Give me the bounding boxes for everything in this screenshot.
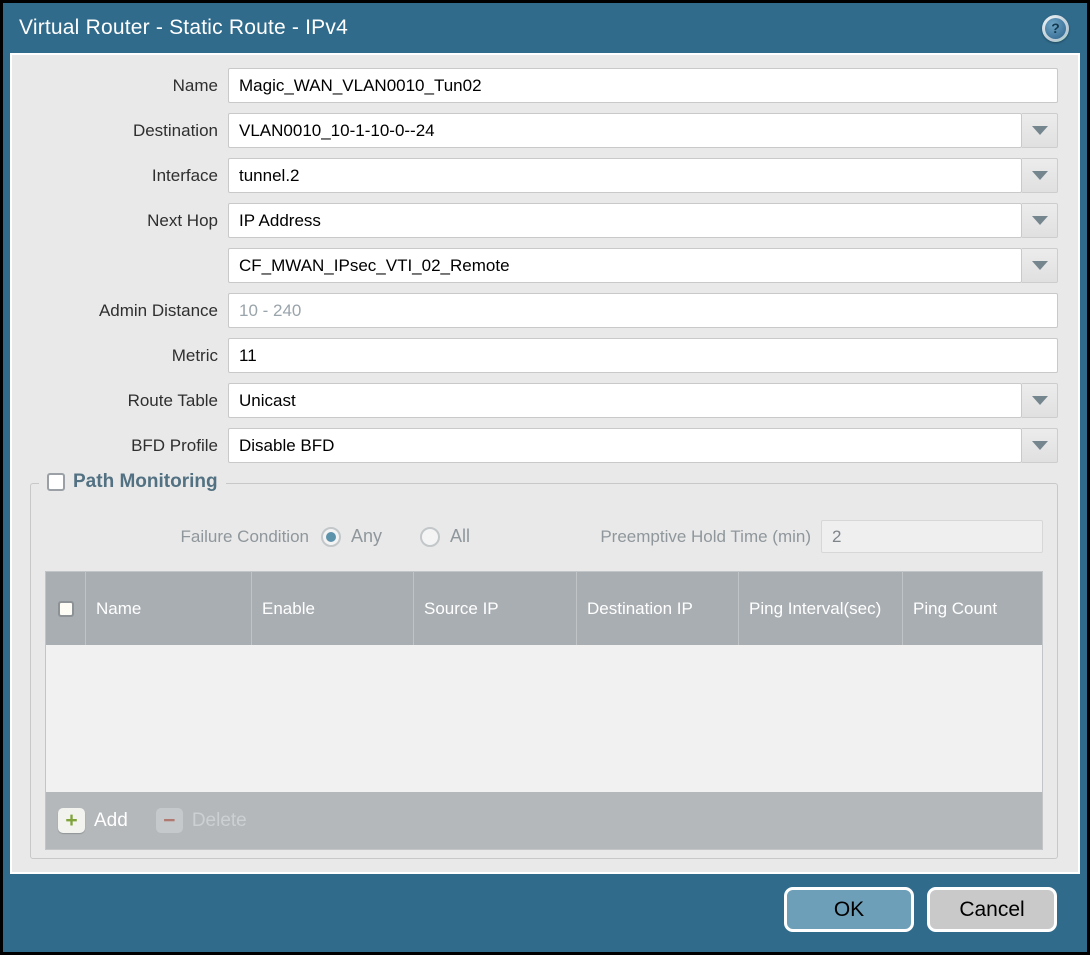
- chevron-down-icon: [1032, 441, 1048, 450]
- path-monitoring-section: Path Monitoring Failure Condition Any: [30, 483, 1058, 859]
- destination-field-wrap: [228, 113, 1058, 148]
- path-monitoring-legend: Path Monitoring: [39, 471, 226, 493]
- table-body-empty: [46, 645, 1042, 792]
- radio-any[interactable]: [321, 527, 341, 547]
- next-hop-address-input[interactable]: [228, 248, 1022, 283]
- name-label: Name: [30, 76, 218, 96]
- next-hop-address-dropdown-button[interactable]: [1022, 248, 1058, 283]
- radio-any-label: Any: [351, 526, 382, 547]
- interface-label: Interface: [30, 166, 218, 186]
- minus-icon: −: [156, 808, 183, 833]
- route-table-label: Route Table: [30, 391, 218, 411]
- bfd-profile-field-wrap: [228, 428, 1058, 463]
- form-row-route-table: Route Table: [30, 383, 1058, 418]
- dialog-title: Virtual Router - Static Route - IPv4: [19, 16, 348, 40]
- help-icon[interactable]: ?: [1042, 15, 1069, 42]
- bfd-profile-input[interactable]: [228, 428, 1022, 463]
- bfd-profile-dropdown-button[interactable]: [1022, 428, 1058, 463]
- admin-distance-label: Admin Distance: [30, 301, 218, 321]
- radio-all[interactable]: [420, 527, 440, 547]
- select-all-checkbox[interactable]: [58, 601, 74, 617]
- next-hop-label: Next Hop: [30, 211, 218, 231]
- destination-input[interactable]: [228, 113, 1022, 148]
- dialog-titlebar: Virtual Router - Static Route - IPv4 ?: [3, 3, 1087, 53]
- failure-condition-option-all: All: [420, 526, 470, 547]
- next-hop-type-input[interactable]: [228, 203, 1022, 238]
- delete-button[interactable]: − Delete: [156, 808, 247, 833]
- metric-label: Metric: [30, 346, 218, 366]
- failure-condition-label: Failure Condition: [45, 527, 321, 547]
- route-table-input[interactable]: [228, 383, 1022, 418]
- next-hop-address-field-wrap: [228, 248, 1058, 283]
- chevron-down-icon: [1032, 171, 1048, 180]
- ok-button[interactable]: OK: [784, 887, 914, 932]
- path-monitoring-title: Path Monitoring: [73, 471, 218, 493]
- dialog-body-frame: Name Destination: [10, 53, 1080, 874]
- metric-input[interactable]: [228, 338, 1058, 373]
- route-table-field-wrap: [228, 383, 1058, 418]
- form-row-name: Name: [30, 68, 1058, 103]
- form-row-next-hop: Next Hop: [30, 203, 1058, 238]
- bfd-profile-label: BFD Profile: [30, 436, 218, 456]
- select-all-cell: [46, 572, 85, 645]
- radio-all-label: All: [450, 526, 470, 547]
- preemptive-hold-time-input[interactable]: [821, 520, 1043, 553]
- name-input[interactable]: [228, 68, 1058, 103]
- name-field-wrap: [228, 68, 1058, 103]
- chevron-down-icon: [1032, 216, 1048, 225]
- admin-distance-input[interactable]: [228, 293, 1058, 328]
- next-hop-dropdown-button[interactable]: [1022, 203, 1058, 238]
- column-header-ping-count[interactable]: Ping Count: [902, 572, 1042, 645]
- interface-dropdown-button[interactable]: [1022, 158, 1058, 193]
- failure-condition-option-any: Any: [321, 526, 382, 547]
- add-button-label: Add: [94, 810, 128, 832]
- dialog-body: Name Destination: [12, 55, 1078, 872]
- table-header-row: Name Enable Source IP Destination IP Pin…: [46, 572, 1042, 645]
- path-monitoring-controls: Failure Condition Any All: [45, 512, 1043, 571]
- screen: Virtual Router - Static Route - IPv4 ? N…: [0, 0, 1090, 955]
- path-monitoring-table: Name Enable Source IP Destination IP Pin…: [45, 571, 1043, 850]
- column-header-enable[interactable]: Enable: [251, 572, 413, 645]
- cancel-button[interactable]: Cancel: [927, 887, 1057, 932]
- interface-input[interactable]: [228, 158, 1022, 193]
- chevron-down-icon: [1032, 261, 1048, 270]
- chevron-down-icon: [1032, 126, 1048, 135]
- chevron-down-icon: [1032, 396, 1048, 405]
- form-row-bfd-profile: BFD Profile: [30, 428, 1058, 463]
- preemptive-hold-time-label: Preemptive Hold Time (min): [600, 527, 821, 547]
- radio-dot: [326, 532, 336, 542]
- dialog-footer: OK Cancel: [3, 874, 1087, 952]
- column-header-destination-ip[interactable]: Destination IP: [576, 572, 738, 645]
- form-row-next-hop-address: [30, 248, 1058, 283]
- column-header-name[interactable]: Name: [85, 572, 251, 645]
- column-header-ping-interval[interactable]: Ping Interval(sec): [738, 572, 902, 645]
- admin-distance-field-wrap: [228, 293, 1058, 328]
- column-header-source-ip[interactable]: Source IP: [413, 572, 576, 645]
- next-hop-field-wrap: [228, 203, 1058, 238]
- plus-icon: +: [58, 808, 85, 833]
- destination-label: Destination: [30, 121, 218, 141]
- add-button[interactable]: + Add: [58, 808, 128, 833]
- path-monitoring-checkbox[interactable]: [47, 473, 65, 491]
- form-row-destination: Destination: [30, 113, 1058, 148]
- form-row-interface: Interface: [30, 158, 1058, 193]
- metric-field-wrap: [228, 338, 1058, 373]
- interface-field-wrap: [228, 158, 1058, 193]
- destination-dropdown-button[interactable]: [1022, 113, 1058, 148]
- route-table-dropdown-button[interactable]: [1022, 383, 1058, 418]
- delete-button-label: Delete: [192, 810, 247, 832]
- form-row-metric: Metric: [30, 338, 1058, 373]
- form-row-admin-distance: Admin Distance: [30, 293, 1058, 328]
- radio-dot: [425, 532, 435, 542]
- virtual-router-static-route-dialog: Virtual Router - Static Route - IPv4 ? N…: [3, 3, 1087, 952]
- table-footer-bar: + Add − Delete: [46, 792, 1042, 849]
- help-icon-glyph: ?: [1045, 18, 1066, 39]
